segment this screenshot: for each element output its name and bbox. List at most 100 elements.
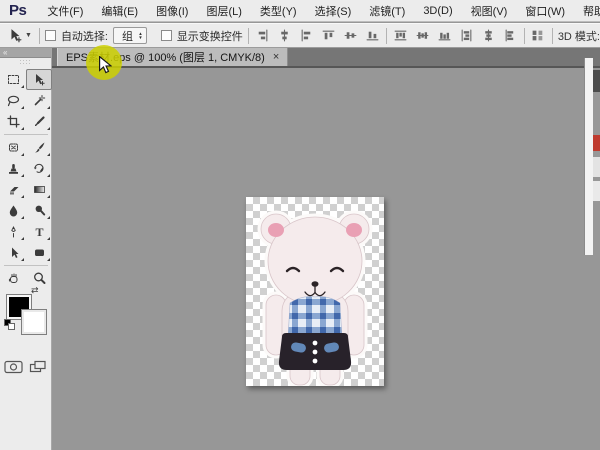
distribute-vertical-centers-button[interactable] [414,27,431,44]
color-swatch-area: ⇄ [0,289,51,355]
tool-options-bar: ▼ 自动选择: 组 ▲▼ 显示变换控件 [0,23,600,48]
distribute-left-edges-button[interactable] [458,27,475,44]
auto-select-target-dropdown[interactable]: 组 ▲▼ [113,27,147,44]
menu-view[interactable]: 视图(V) [462,3,517,19]
tool-type[interactable]: T [26,221,52,242]
dock-divider[interactable] [584,58,593,255]
tool-zoom[interactable] [26,268,52,289]
menu-filter[interactable]: 滤镜(T) [360,3,414,19]
dock-panel-icon[interactable] [593,157,600,177]
flyout-indicator [47,216,50,219]
toolbox-collapse-button[interactable]: « [0,48,51,58]
distribute-right-edges-button[interactable] [502,27,519,44]
flyout-indicator [21,195,24,198]
eyedropper-icon [33,115,46,128]
swap-colors-icon[interactable]: ⇄ [31,285,39,296]
align-vertical-centers-button[interactable] [342,27,359,44]
flyout-indicator [47,174,50,177]
tool-brush[interactable] [26,137,52,158]
rectangular-marquee-icon [7,73,20,86]
tool-crop[interactable] [0,111,26,132]
tool-rectangular-marquee[interactable] [0,69,26,90]
tool-dodge[interactable] [26,200,52,221]
auto-select-checkbox[interactable] [45,30,56,41]
distribute-bottom-edges-button[interactable] [436,27,453,44]
menu-type[interactable]: 类型(Y) [251,3,306,19]
distribute-bottom-edges-icon [438,29,451,42]
document-tab[interactable]: EPS素材.eps @ 100% (图层 1, CMYK/8) × [57,48,288,66]
default-colors-icon[interactable] [4,319,15,330]
auto-align-layers-button[interactable] [530,27,547,44]
auto-align-layers-icon [531,29,545,42]
tool-eyedropper[interactable] [26,111,52,132]
auto-select-label: 自动选择: [61,28,108,44]
zoom-magnifier-icon [33,272,46,285]
auto-select-target-value: 组 [122,28,133,44]
document-tab-title: EPS素材.eps @ 100% (图层 1, CMYK/8) [66,49,265,65]
move-tool-icon [33,73,46,86]
toolbox-bottom-buttons [0,355,51,379]
gradient-icon [33,183,46,196]
menu-image[interactable]: 图像(I) [147,3,197,19]
tool-pen[interactable] [0,221,26,242]
menu-help[interactable]: 帮助(H) [574,3,600,19]
show-transform-controls-label: 显示变换控件 [177,28,243,44]
dock-panel-icon[interactable] [593,181,600,201]
flyout-indicator [21,174,24,177]
toolbox-panel: « :::: [0,48,52,450]
move-tool-icon [8,28,23,43]
tool-hand[interactable] [0,268,26,289]
menu-window[interactable]: 窗口(W) [516,3,574,19]
tool-spot-healing-brush[interactable] [0,137,26,158]
separator [386,28,387,44]
separator [524,28,525,44]
tab-close-icon[interactable]: × [273,51,279,63]
clone-stamp-icon [7,162,20,175]
align-right-edges-button[interactable] [298,27,315,44]
menu-3d[interactable]: 3D(D) [414,5,461,17]
quick-mask-mode-button[interactable] [4,360,24,374]
blur-icon [7,204,20,217]
tool-clone-stamp[interactable] [0,158,26,179]
document-tab-bar: EPS素材.eps @ 100% (图层 1, CMYK/8) × [52,48,600,68]
tool-grid: T [0,69,51,289]
tool-shape[interactable] [26,242,52,263]
tool-move[interactable] [26,69,52,90]
background-color-swatch[interactable] [22,310,46,334]
tool-history-brush[interactable] [26,158,52,179]
distribute-horizontal-centers-button[interactable] [480,27,497,44]
photoshop-logo: Ps [0,2,38,19]
dock-panel-icon[interactable] [593,70,600,92]
3d-mode-label: 3D 模式: [558,28,600,44]
show-transform-controls-checkbox[interactable] [161,30,172,41]
magic-wand-icon [33,94,46,107]
tool-preset-picker[interactable]: ▼ [6,27,34,44]
flyout-indicator [47,127,50,130]
align-top-edges-button[interactable] [320,27,337,44]
tool-magic-wand[interactable] [26,90,52,111]
flyout-indicator [47,258,50,261]
menu-file[interactable]: 文件(F) [38,3,92,19]
tool-eraser[interactable] [0,179,26,200]
menu-bar: Ps 文件(F) 编辑(E) 图像(I) 图层(L) 类型(Y) 选择(S) 滤… [0,0,600,22]
separator [39,28,40,44]
menu-select[interactable]: 选择(S) [306,3,361,19]
crop-icon [7,115,20,128]
tool-blur[interactable] [0,200,26,221]
tool-lasso[interactable] [0,90,26,111]
toolbox-grip-handle[interactable]: :::: [0,58,51,69]
canvas-area[interactable] [52,68,600,450]
tool-gradient[interactable] [26,179,52,200]
menu-layer[interactable]: 图层(L) [197,3,250,19]
dock-panel-icon-red[interactable] [593,135,600,151]
menu-edit[interactable]: 编辑(E) [92,3,147,19]
align-horizontal-centers-button[interactable] [276,27,293,44]
distribute-top-edges-button[interactable] [392,27,409,44]
document-canvas[interactable] [246,197,384,386]
pen-icon [7,225,20,238]
screen-mode-button[interactable] [29,360,47,374]
type-tool-icon: T [33,225,46,238]
align-bottom-edges-button[interactable] [364,27,381,44]
align-left-edges-button[interactable] [254,27,271,44]
tool-path-selection[interactable] [0,242,26,263]
